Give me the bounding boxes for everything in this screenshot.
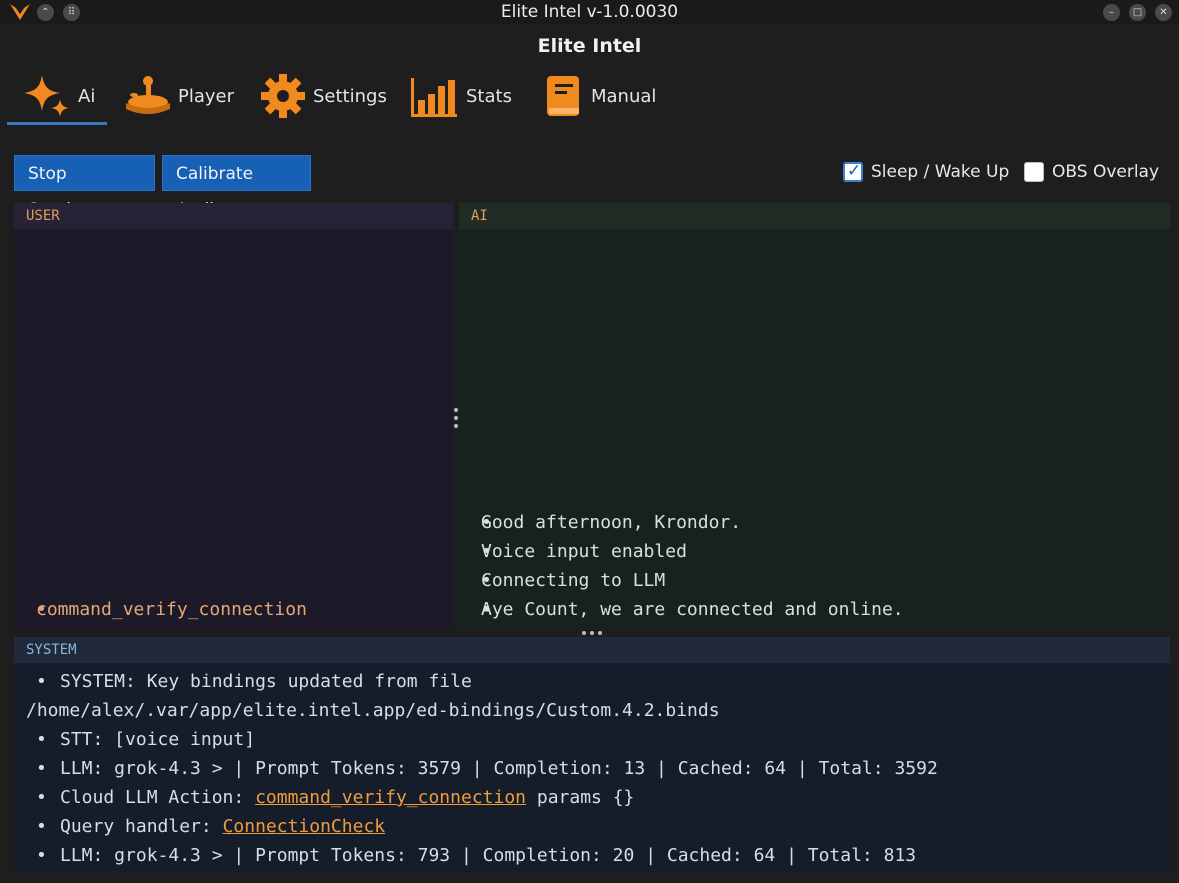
list-item: Good afternoon, Krondor.	[459, 508, 1170, 537]
active-tab-indicator	[7, 122, 107, 125]
sleep-wake-label: Sleep / Wake Up	[871, 162, 1010, 182]
tab-label: Stats	[466, 85, 512, 107]
ai-message: Connecting to LLM	[481, 570, 666, 591]
list-item: Voice input enabled	[459, 537, 1170, 566]
handler-link[interactable]: ConnectionCheck	[223, 816, 386, 837]
user-panel-header: USER	[14, 203, 453, 229]
ai-message-list: Good afternoon, Krondor. Voice input ena…	[459, 508, 1170, 624]
book-icon	[547, 76, 579, 116]
tab-label: Player	[178, 85, 235, 107]
tab-manual[interactable]: Manual	[545, 68, 656, 124]
list-item: Query handler: ConnectionCheck	[14, 812, 1170, 841]
tab-label: Manual	[591, 85, 657, 107]
system-log-suffix: params {}	[526, 787, 635, 808]
user-message: command_verify_connection	[36, 599, 307, 620]
ai-panel[interactable]: AI Good afternoon, Krondor. Voice input …	[459, 203, 1170, 630]
bar-chart-icon	[411, 78, 457, 117]
tab-settings[interactable]: Settings	[261, 68, 387, 124]
obs-overlay-checkbox[interactable]: OBS Overlay	[1024, 162, 1159, 182]
system-log-prefix: Query handler:	[60, 816, 223, 837]
checkbox-checked-icon[interactable]	[843, 161, 863, 182]
sparkle-icon	[24, 75, 69, 117]
minimize-button[interactable]: –	[1103, 4, 1120, 21]
list-item: Cloud LLM Action: command_verify_connect…	[14, 783, 1170, 812]
list-item: Connecting to LLM	[459, 566, 1170, 595]
list-item: command_verify_connection	[14, 595, 453, 624]
list-item: LLM: grok-4.3 > | Prompt Tokens: 793 | C…	[14, 841, 1170, 870]
list-item: LLM: grok-4.3 > | Prompt Tokens: 3579 | …	[14, 754, 1170, 783]
user-panel[interactable]: USER command_verify_connection	[14, 203, 453, 630]
ai-message: Aye Count, we are connected and online.	[481, 599, 904, 620]
close-button[interactable]: ✕	[1155, 4, 1172, 21]
tab-stats[interactable]: Stats	[410, 68, 512, 124]
system-panel-header: SYSTEM	[14, 637, 1170, 663]
ai-panel-header: AI	[459, 203, 1170, 229]
system-panel[interactable]: SYSTEM SYSTEM: Key bindings updated from…	[14, 637, 1170, 873]
maximize-button[interactable]: □	[1129, 4, 1146, 21]
horizontal-splitter-handle[interactable]	[580, 630, 604, 636]
list-item: STT: [voice input]	[14, 725, 1170, 754]
system-log-line: STT: [voice input]	[60, 729, 256, 750]
obs-overlay-label: OBS Overlay	[1052, 162, 1160, 182]
tab-label: Ai	[78, 85, 96, 107]
action-link[interactable]: command_verify_connection	[255, 787, 526, 808]
gear-icon	[261, 74, 305, 118]
joystick-icon	[126, 76, 170, 114]
title-bar: ⌃ ⠿ Elite Intel v-1.0.0030 – □ ✕	[0, 0, 1179, 24]
list-item: Aye Count, we are connected and online.	[459, 595, 1170, 624]
window-title: Elite Intel v-1.0.0030	[500, 2, 679, 22]
system-log-list: SYSTEM: Key bindings updated from file /…	[14, 663, 1170, 870]
system-log-prefix: Cloud LLM Action:	[60, 787, 256, 808]
stop-services-button[interactable]: Stop Services	[14, 155, 155, 220]
tab-ai[interactable]: Ai	[24, 68, 95, 124]
system-log-path: /home/alex/.var/app/elite.intel.app/ed-b…	[26, 700, 720, 721]
user-message-list: command_verify_connection	[14, 595, 453, 624]
ai-message: Voice input enabled	[481, 541, 687, 562]
system-log-line: SYSTEM: Key bindings updated from file	[60, 671, 472, 692]
list-item: SYSTEM: Key bindings updated from file /…	[14, 667, 1170, 725]
tab-player[interactable]: Player	[124, 68, 234, 124]
calibrate-audio-button[interactable]: Calibrate Audio	[162, 155, 311, 220]
ai-message: Good afternoon, Krondor.	[481, 512, 742, 533]
tab-label: Settings	[313, 85, 387, 107]
app-heading: Elite Intel	[537, 35, 642, 57]
checkbox-unchecked-icon[interactable]	[1024, 162, 1044, 182]
sleep-wake-checkbox[interactable]: Sleep / Wake Up	[843, 161, 1010, 182]
system-log-line: LLM: grok-4.3 > | Prompt Tokens: 3579 | …	[60, 758, 938, 779]
system-log-line: LLM: grok-4.3 > | Prompt Tokens: 793 | C…	[60, 845, 917, 866]
